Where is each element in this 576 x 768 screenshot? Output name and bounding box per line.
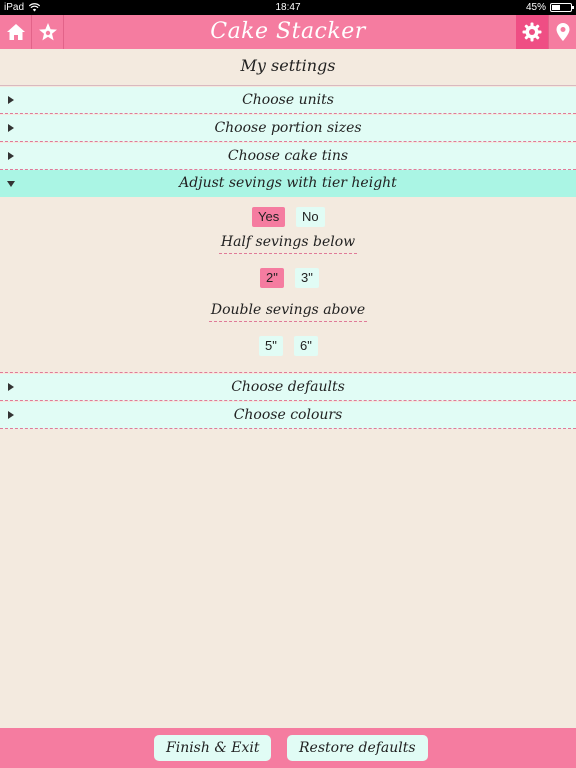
half-servings-heading: Half sevings below [0, 234, 576, 254]
double-servings-label: Double sevings above [208, 302, 368, 322]
half-servings-label: Half sevings below [218, 234, 358, 254]
gear-icon [522, 22, 542, 42]
restore-defaults-button[interactable]: Restore defaults [287, 735, 428, 761]
double-option-5in[interactable]: 5" [259, 336, 283, 356]
help-location-button[interactable] [548, 15, 576, 49]
section-choose-colours[interactable]: Choose colours [0, 402, 576, 429]
section-label: Choose defaults [231, 379, 345, 395]
title-divider [0, 85, 576, 86]
section-label: Choose portion sizes [214, 120, 362, 136]
home-button[interactable] [0, 15, 32, 49]
double-option-6in[interactable]: 6" [294, 336, 318, 356]
page-title: My settings [240, 56, 336, 75]
battery-percent: 45% [525, 2, 546, 13]
settings-button[interactable] [516, 15, 548, 49]
half-option-3in[interactable]: 3" [295, 268, 319, 288]
section-label: Choose units [242, 92, 334, 108]
status-right: 45% [525, 2, 574, 13]
status-bar: iPad 18:47 45% [0, 0, 576, 15]
battery-icon [550, 3, 574, 12]
no-toggle[interactable]: No [296, 207, 325, 227]
yes-toggle[interactable]: Yes [252, 207, 286, 227]
double-servings-heading: Double sevings above [0, 302, 576, 322]
location-pin-icon [556, 23, 569, 41]
footer-bar: Finish & Exit Restore defaults [0, 728, 576, 768]
section-adjust-servings[interactable]: Adjust sevings with tier height [0, 170, 576, 197]
section-label: Adjust sevings with tier height [179, 175, 397, 191]
status-time: 18:47 [275, 2, 301, 13]
section-choose-units[interactable]: Choose units [0, 87, 576, 114]
home-icon [6, 24, 25, 40]
section-label: Choose cake tins [227, 148, 349, 164]
section-choose-defaults[interactable]: Choose defaults [0, 374, 576, 401]
section-choose-cake-tins[interactable]: Choose cake tins [0, 143, 576, 170]
favourites-button[interactable] [32, 15, 64, 49]
finish-exit-button[interactable]: Finish & Exit [154, 735, 272, 761]
half-option-2in[interactable]: 2" [260, 268, 284, 288]
section-choose-portion-sizes[interactable]: Choose portion sizes [0, 115, 576, 142]
app-title: Cake Stacker [210, 19, 366, 44]
top-bar: Cake Stacker [0, 15, 576, 49]
panel-divider [0, 372, 576, 373]
star-icon [38, 23, 57, 41]
section-label: Choose colours [233, 407, 343, 423]
